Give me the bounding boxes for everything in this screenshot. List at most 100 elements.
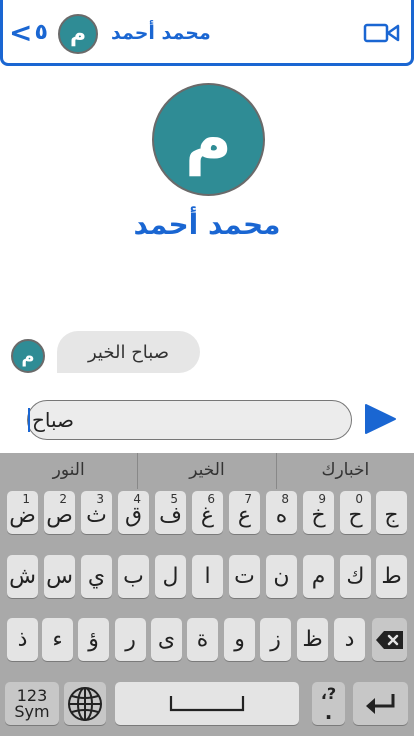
backspace-icon	[375, 630, 403, 649]
message-text: صباح الخير	[88, 341, 170, 363]
key-label: ذ	[17, 627, 28, 652]
key-label: ض	[9, 503, 36, 528]
key-label: ع	[237, 503, 252, 528]
message-input-value: صباح	[32, 408, 75, 432]
video-camera-icon	[363, 23, 400, 43]
key[interactable]: ن	[266, 555, 297, 598]
language-key[interactable]	[64, 682, 106, 725]
space-key[interactable]	[115, 682, 299, 725]
key-label: ؤ	[88, 627, 99, 652]
key-hint: 7	[244, 492, 252, 506]
key[interactable]: ذ	[7, 618, 38, 661]
key[interactable]: د	[334, 618, 365, 661]
key-label: ا	[204, 564, 211, 589]
send-button[interactable]	[362, 402, 398, 436]
key-label: ز	[270, 627, 281, 652]
key-label: خ	[311, 503, 326, 528]
key-label: ط	[381, 564, 402, 589]
key[interactable]: 3ث	[81, 491, 112, 534]
contact-name[interactable]: محمد أحمد	[111, 18, 211, 48]
unread-count: ٥	[34, 20, 48, 45]
key-label: ح	[348, 503, 363, 528]
key-hint: 8	[281, 492, 289, 506]
key[interactable]: 9خ	[303, 491, 334, 534]
key[interactable]: ز	[260, 618, 291, 661]
key[interactable]: ا	[192, 555, 223, 598]
key-label: ي	[87, 564, 106, 589]
key-label: د	[344, 627, 355, 652]
key-hint: 0	[355, 492, 363, 506]
key-hint: 9	[318, 492, 326, 506]
key-label: ف	[159, 503, 182, 528]
key-label: ظ	[302, 627, 323, 652]
key-label: ب	[123, 564, 144, 589]
key-label: .	[324, 699, 333, 724]
key-label: غ	[200, 503, 215, 528]
message-avatar: م	[11, 339, 45, 373]
key-hint: 5	[170, 492, 178, 506]
key-hint: 6	[207, 492, 215, 506]
key[interactable]: س	[44, 555, 75, 598]
key-hint: 1	[22, 492, 30, 506]
key[interactable]: 1ض	[7, 491, 38, 534]
key[interactable]: ي	[81, 555, 112, 598]
key-label: ت	[234, 564, 255, 589]
key-label: ك	[346, 564, 365, 589]
message-bubble[interactable]: صباح الخير	[57, 331, 200, 373]
key-hint: 3	[96, 492, 104, 506]
key-label: ث	[86, 503, 107, 528]
backspace-key[interactable]	[372, 618, 407, 661]
suggestion-item[interactable]: اخبارك	[277, 453, 414, 489]
avatar-letter: م	[21, 345, 35, 367]
key[interactable]: ل	[155, 555, 186, 598]
key-label: ه	[275, 503, 288, 528]
key[interactable]: 4ق	[118, 491, 149, 534]
key-label: ة	[196, 627, 209, 652]
profile-name: محمد أحمد	[133, 208, 281, 241]
key[interactable]: 6غ	[192, 491, 223, 534]
video-call-button[interactable]	[361, 20, 401, 46]
return-arrow-icon	[365, 693, 394, 714]
key[interactable]: ى	[151, 618, 182, 661]
message-input[interactable]: صباح	[27, 400, 352, 440]
symbols-key[interactable]: 123 Sym	[5, 682, 59, 725]
avatar[interactable]: م	[58, 14, 98, 54]
key[interactable]: 8ه	[266, 491, 297, 534]
chevron-left-icon: <	[9, 16, 33, 49]
key[interactable]: م	[303, 555, 334, 598]
key[interactable]: 0ح	[340, 491, 371, 534]
key[interactable]: 5ف	[155, 491, 186, 534]
key[interactable]: ب	[118, 555, 149, 598]
key[interactable]: ء	[42, 618, 73, 661]
key[interactable]: 7ع	[229, 491, 260, 534]
suggestion-bar: النور الخير اخبارك	[0, 453, 414, 489]
key[interactable]: ة	[187, 618, 218, 661]
key[interactable]: ج	[376, 491, 407, 534]
globe-icon	[68, 686, 102, 721]
key-label: س	[46, 564, 73, 589]
key[interactable]: ت	[229, 555, 260, 598]
key-label: م	[311, 564, 326, 589]
key[interactable]: 2ص	[44, 491, 75, 534]
key[interactable]: ظ	[297, 618, 328, 661]
avatar-letter: م	[69, 21, 87, 47]
back-button[interactable]: < ٥	[9, 16, 48, 50]
profile-avatar: م	[152, 83, 265, 196]
punctuation-key[interactable]: ،? .	[312, 682, 345, 725]
key-label: Sym	[14, 701, 50, 721]
key-label: ر	[125, 627, 136, 652]
key[interactable]: ش	[7, 555, 38, 598]
key[interactable]: و	[224, 618, 255, 661]
key[interactable]: ك	[340, 555, 371, 598]
key[interactable]: ر	[115, 618, 146, 661]
key-label: ء	[52, 627, 63, 652]
key-hint: 2	[59, 492, 67, 506]
text-caret	[28, 408, 30, 432]
suggestion-item[interactable]: الخير	[138, 453, 277, 489]
enter-key[interactable]	[353, 682, 408, 725]
key[interactable]: ط	[376, 555, 407, 598]
suggestion-item[interactable]: النور	[0, 453, 139, 489]
key[interactable]: ؤ	[78, 618, 109, 661]
key-label: ل	[162, 564, 179, 589]
space-bar-icon	[169, 695, 245, 711]
